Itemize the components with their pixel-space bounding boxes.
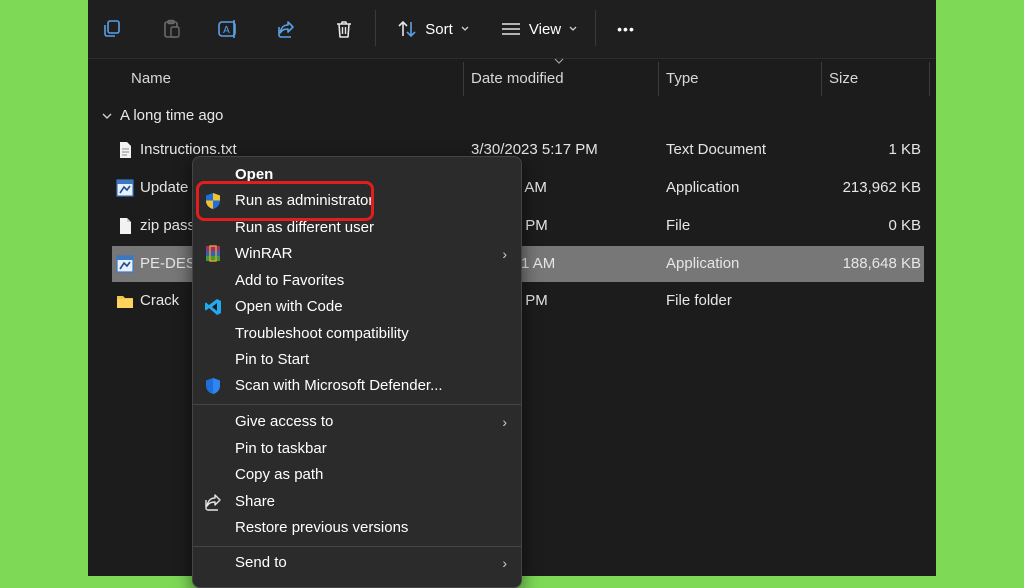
column-header-type[interactable]: Type <box>666 60 821 96</box>
column-divider[interactable] <box>821 62 822 96</box>
sort-icon <box>398 20 416 38</box>
file-size: 0 KB <box>888 217 921 234</box>
column-divider[interactable] <box>929 62 930 96</box>
file-type: Application <box>666 179 740 196</box>
file-name-cell: Update <box>116 170 188 206</box>
group-title: A long time ago <box>120 107 224 124</box>
menu-item-troubleshoot-compatibility[interactable]: Troubleshoot compatibility <box>193 321 521 347</box>
share-icon <box>204 493 222 511</box>
command-bar: A Sort View ••• <box>88 0 936 59</box>
chevron-down-icon <box>461 26 469 31</box>
view-list-icon <box>501 23 520 35</box>
view-label: View <box>528 20 562 38</box>
menu-item-open-with-code[interactable]: Open with Code <box>193 294 521 320</box>
column-divider[interactable] <box>463 62 464 96</box>
menu-item-label: WinRAR <box>235 245 293 262</box>
menu-item-pin-to-taskbar[interactable]: Pin to taskbar <box>193 436 521 462</box>
menu-item-winrar[interactable]: WinRAR › <box>193 241 521 267</box>
svg-text:A: A <box>223 25 230 36</box>
vscode-icon <box>204 298 222 316</box>
file-type: File folder <box>666 292 732 309</box>
file-name-cell: zip pass <box>116 208 195 244</box>
defender-shield-icon <box>204 377 222 395</box>
file-name: Update <box>140 179 189 196</box>
menu-item-label: Copy as path <box>235 466 324 483</box>
file-name-cell: PE-DESI <box>116 246 200 282</box>
menu-separator <box>193 546 521 547</box>
toolbar-separator <box>375 10 376 46</box>
file-size: 188,648 KB <box>842 255 921 272</box>
chevron-down-icon <box>102 113 112 119</box>
column-header-size[interactable]: Size <box>829 60 924 96</box>
column-header-name[interactable]: Name <box>131 60 461 96</box>
menu-item-label: Pin to taskbar <box>235 440 327 457</box>
menu-item-label: Add to Favorites <box>235 272 345 289</box>
file-name: PE-DESI <box>140 255 201 272</box>
file-size: 1 KB <box>888 141 921 158</box>
paste-icon[interactable] <box>160 12 184 46</box>
menu-item-label: Open with Code <box>235 298 343 315</box>
menu-item-scan-with-defender[interactable]: Scan with Microsoft Defender... <box>193 373 521 399</box>
view-button[interactable]: View <box>499 12 579 46</box>
file-name-cell: Crack <box>116 283 179 319</box>
submenu-arrow-icon: › <box>502 246 507 262</box>
sort-button[interactable]: Sort <box>394 12 472 46</box>
toolbar-separator <box>595 10 596 46</box>
winrar-icon <box>204 245 222 263</box>
menu-item-restore-previous-versions[interactable]: Restore previous versions <box>193 515 521 541</box>
file-type: File <box>666 217 691 234</box>
menu-item-label: Send to <box>235 554 287 571</box>
file-type: Text Document <box>666 141 767 158</box>
menu-item-label: Restore previous versions <box>235 519 409 536</box>
menu-item-label: Pin to Start <box>235 351 310 368</box>
column-header-date[interactable]: Date modified <box>471 60 656 96</box>
menu-item-label: Share <box>235 493 276 510</box>
menu-item-add-to-favorites[interactable]: Add to Favorites <box>193 268 521 294</box>
file-name: zip pass <box>140 217 196 234</box>
application-icon <box>116 255 134 273</box>
menu-separator <box>193 404 521 405</box>
menu-item-label: Scan with Microsoft Defender... <box>235 377 443 394</box>
more-options-button[interactable]: ••• <box>612 12 640 46</box>
menu-item-label: Troubleshoot compatibility <box>235 325 409 342</box>
file-type: Application <box>666 255 740 272</box>
sort-label: Sort <box>425 20 453 38</box>
menu-item-give-access-to[interactable]: Give access to › <box>193 409 521 435</box>
folder-icon <box>116 292 134 310</box>
file-name: Crack <box>140 292 180 309</box>
menu-item-copy-as-path[interactable]: Copy as path <box>193 462 521 488</box>
menu-item-pin-to-start[interactable]: Pin to Start <box>193 347 521 373</box>
annotation-highlight-box <box>196 181 374 221</box>
chevron-down-icon <box>569 26 577 31</box>
menu-item-share[interactable]: Share <box>193 489 521 515</box>
file-icon <box>116 217 134 235</box>
column-divider[interactable] <box>658 62 659 96</box>
menu-item-send-to[interactable]: Send to › <box>193 550 521 576</box>
share-icon[interactable] <box>274 12 298 46</box>
group-header[interactable]: A long time ago <box>102 104 223 128</box>
submenu-arrow-icon: › <box>502 414 507 430</box>
copy-icon[interactable] <box>100 12 124 46</box>
delete-icon[interactable] <box>332 12 356 46</box>
rename-icon[interactable]: A <box>216 12 240 46</box>
submenu-arrow-icon: › <box>502 555 507 571</box>
menu-item-label: Give access to <box>235 413 334 430</box>
application-icon <box>116 179 134 197</box>
text-file-icon <box>116 141 134 159</box>
file-size: 213,962 KB <box>842 179 921 196</box>
